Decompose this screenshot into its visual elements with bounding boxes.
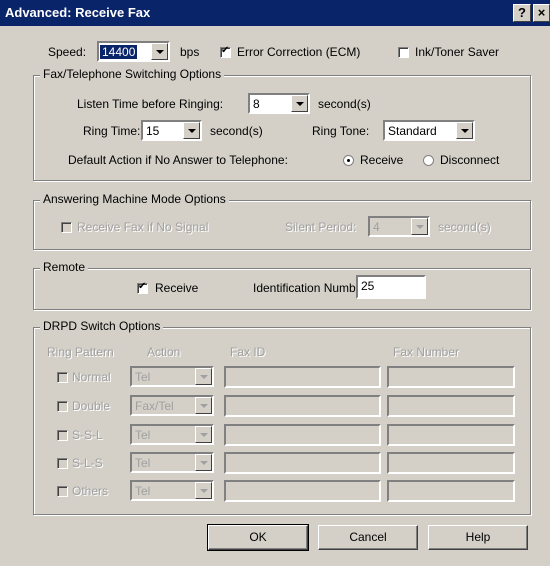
drpd-row-normal-action-value: Tel [135, 370, 151, 384]
listen-time-combo[interactable]: 8 [248, 93, 310, 114]
listen-time-label: Listen Time before Ringing: [77, 97, 224, 111]
fax-number-header: Fax Number [393, 345, 460, 359]
window-title: Advanced: Receive Fax [5, 5, 151, 20]
silent-period-unit: second(s) [438, 220, 491, 234]
drpd-row-normal-label: Normal [72, 370, 111, 384]
listen-time-unit: second(s) [318, 97, 371, 111]
help-icon[interactable]: ? [513, 4, 531, 22]
ecm-label: Error Correction (ECM) [237, 45, 361, 59]
remote-receive-label: Receive [155, 281, 199, 295]
chevron-down-icon[interactable] [291, 95, 308, 112]
speed-value: 14400 [100, 45, 138, 59]
drpd-row-double-action[interactable]: Fax/Tel [130, 395, 214, 416]
drpd-row-ssl-checkbox[interactable] [57, 430, 68, 441]
ring-tone-label: Ring Tone: [312, 124, 370, 138]
drpd-row-sls-fax-id[interactable] [224, 452, 381, 474]
drpd-row-double-fax-number[interactable] [387, 395, 515, 417]
chevron-down-icon[interactable] [195, 426, 212, 443]
drpd-row-others-checkbox[interactable] [57, 486, 68, 497]
speed-combo[interactable]: 14400 [97, 41, 170, 62]
drpd-row-double-fax-id[interactable] [224, 395, 381, 417]
speed-unit: bps [180, 45, 200, 59]
ring-time-combo[interactable]: 15 [141, 120, 202, 141]
receive-radio-label: Receive [360, 153, 404, 167]
chevron-down-icon[interactable] [183, 122, 200, 139]
drpd-row-double-checkbox[interactable] [57, 401, 68, 412]
identification-number-input[interactable]: 25 [356, 275, 426, 299]
drpd-row-ssl-action[interactable]: Tel [130, 424, 214, 445]
advanced-receive-fax-dialog: Advanced: Receive Fax ? × Speed: 14400 b… [0, 0, 550, 566]
drpd-row-sls-label: S-L-S [72, 456, 103, 470]
chevron-down-icon[interactable] [195, 454, 212, 471]
drpd-row-ssl-fax-id[interactable] [224, 424, 381, 446]
toner-label: Ink/Toner Saver [415, 45, 500, 59]
silent-period-combo[interactable]: 4 [368, 216, 430, 237]
drpd-row-others-action-value: Tel [135, 484, 151, 498]
drpd-row-normal-fax-number[interactable] [387, 366, 515, 388]
drpd-row-double-action-value: Fax/Tel [135, 399, 174, 413]
silent-period-label: Silent Period: [285, 220, 357, 234]
drpd-row-normal-action[interactable]: Tel [130, 366, 214, 387]
drpd-row-sls-checkbox[interactable] [57, 458, 68, 469]
title-bar: Advanced: Receive Fax ? × [0, 0, 550, 26]
chevron-down-icon[interactable] [195, 482, 212, 499]
fax-tel-group-title: Fax/Telephone Switching Options [40, 67, 225, 81]
disconnect-radio[interactable] [423, 155, 434, 166]
listen-time-value: 8 [253, 97, 260, 111]
toner-checkbox[interactable] [398, 47, 409, 58]
fax-id-header: Fax ID [230, 345, 266, 359]
ecm-checkbox[interactable] [220, 45, 231, 58]
drpd-group-title: DRPD Switch Options [40, 319, 164, 333]
drpd-row-ssl-label: S-S-L [72, 428, 103, 442]
drpd-row-sls-action[interactable]: Tel [130, 452, 214, 473]
identification-number-label: Identification Number: [253, 281, 370, 295]
disconnect-radio-label: Disconnect [440, 153, 500, 167]
drpd-row-others-label: Others [72, 484, 109, 498]
answering-group-title: Answering Machine Mode Options [40, 192, 229, 206]
ok-button[interactable]: OK [207, 524, 309, 551]
ring-time-unit: second(s) [210, 124, 263, 138]
remote-receive-checkbox[interactable] [137, 281, 148, 294]
chevron-down-icon[interactable] [411, 218, 428, 235]
drpd-row-others-fax-number[interactable] [387, 480, 515, 502]
receive-radio[interactable] [343, 155, 354, 166]
drpd-row-ssl-action-value: Tel [135, 428, 151, 442]
drpd-row-sls-action-value: Tel [135, 456, 151, 470]
ring-time-label: Ring Time: [83, 124, 141, 138]
identification-number-value: 25 [361, 279, 375, 293]
action-header: Action [147, 345, 181, 359]
remote-group-title: Remote [40, 260, 89, 274]
silent-period-value: 4 [373, 220, 380, 234]
chevron-down-icon[interactable] [151, 43, 168, 60]
ring-time-value: 15 [146, 124, 160, 138]
ring-tone-value: Standard [388, 124, 437, 138]
drpd-row-normal-checkbox[interactable] [57, 372, 68, 383]
close-icon[interactable]: × [533, 4, 550, 22]
drpd-row-double-label: Double [72, 399, 111, 413]
chevron-down-icon[interactable] [195, 368, 212, 385]
drpd-row-others-fax-id[interactable] [224, 480, 381, 502]
chevron-down-icon[interactable] [195, 397, 212, 414]
drpd-row-sls-fax-number[interactable] [387, 452, 515, 474]
help-button[interactable]: Help [428, 525, 528, 550]
chevron-down-icon[interactable] [456, 122, 473, 139]
default-action-label: Default Action if No Answer to Telephone… [68, 153, 288, 167]
receive-if-no-signal-label: Receive Fax if No Signal [77, 220, 209, 234]
ring-tone-combo[interactable]: Standard [383, 120, 475, 141]
drpd-row-normal-fax-id[interactable] [224, 366, 381, 388]
speed-label: Speed: [48, 45, 87, 59]
receive-if-no-signal-checkbox[interactable] [61, 222, 72, 233]
drpd-row-ssl-fax-number[interactable] [387, 424, 515, 446]
drpd-row-others-action[interactable]: Tel [130, 480, 214, 501]
ring-pattern-header: Ring Pattern [47, 345, 114, 359]
cancel-button[interactable]: Cancel [318, 525, 418, 550]
